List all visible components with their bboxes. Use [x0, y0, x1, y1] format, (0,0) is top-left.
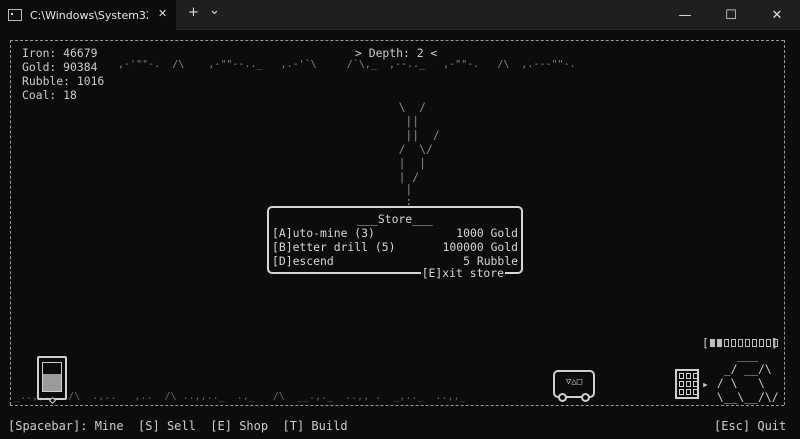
iron-count: Iron: 46679 — [22, 46, 98, 60]
building-icon[interactable] — [675, 369, 699, 399]
cmd-icon — [8, 9, 22, 21]
ground-art: _..,,.. /\ .,.. ,.. /\ ..,,.._ .,_ /\ __… — [14, 391, 466, 402]
terminal-area[interactable]: Iron: 46679 Gold: 90384 Rubble: 1016 Coa… — [0, 30, 800, 439]
new-tab-button[interactable]: + — [188, 5, 199, 20]
exit-store-button[interactable]: [E]xit store — [420, 266, 505, 280]
store-item-price: 1000 Gold — [456, 226, 518, 240]
tab-dropdown-icon[interactable]: ⌄ — [209, 3, 220, 18]
progress-segment — [759, 339, 764, 347]
store-item-label: [D]escend — [272, 254, 334, 268]
store-item-better-drill[interactable]: [B]etter drill (5) 100000 Gold — [272, 240, 518, 254]
arrow-icon: ▸ — [702, 377, 709, 391]
tab-close-icon[interactable]: ✕ — [158, 7, 167, 20]
tab-title: C:\Windows\System32\cmd.e — [30, 8, 148, 22]
store-item-label: [B]etter drill (5) — [272, 240, 396, 254]
frame-bottom-border — [10, 405, 784, 406]
cart-wheel-left — [558, 393, 567, 402]
quit-hint: [Esc] Quit — [714, 419, 787, 433]
gold-count: Gold: 90384 — [22, 60, 98, 74]
phone-icon[interactable] — [37, 356, 67, 405]
progress-segment — [738, 339, 743, 347]
terminal-tab[interactable]: C:\Windows\System32\cmd.e ✕ — [0, 0, 176, 30]
cart-wheel-right — [581, 393, 590, 402]
store-item-auto-mine[interactable]: [A]uto-mine (3) 1000 Gold — [272, 226, 518, 240]
store-item-price: 100000 Gold — [442, 240, 518, 254]
progress-segment — [745, 339, 750, 347]
controls-hint: [Spacebar]: Mine [S] Sell [E] Shop [T] B… — [8, 419, 348, 433]
mine-cart-icon[interactable]: ▽△□ — [553, 370, 595, 402]
store-title: ___Store___ — [357, 212, 433, 226]
title-bar: C:\Windows\System32\cmd.e ✕ + ⌄ — ☐ ✕ — [0, 0, 800, 30]
progress-segment — [717, 339, 722, 347]
phone-fill-level — [43, 373, 61, 391]
phone-screen — [42, 362, 62, 392]
rubble-count: Rubble: 1016 — [22, 74, 105, 88]
store-item-label: [A]uto-mine (3) — [272, 226, 375, 240]
coal-count: Coal: 18 — [22, 88, 77, 102]
progress-bracket-open: [ — [702, 336, 709, 350]
close-button[interactable]: ✕ — [754, 0, 800, 30]
cave-ridge-art: ,-'""-. /\ ,-""--.._ ,.-'`\ /`\,_ ,--.._… — [112, 59, 576, 70]
progress-segment — [773, 339, 778, 347]
frame-right-border — [784, 40, 785, 405]
progress-segment — [710, 339, 715, 347]
maximize-button[interactable]: ☐ — [708, 0, 754, 30]
progress-segment — [766, 339, 771, 347]
progress-bar — [710, 339, 778, 347]
progress-segment — [752, 339, 757, 347]
frame-left-border — [10, 40, 11, 405]
cart-shapes: ▽△□ — [565, 377, 583, 387]
frame-top-border — [10, 40, 784, 41]
store-panel: ___Store___ [A]uto-mine (3) 1000 Gold [B… — [267, 206, 523, 280]
minimize-button[interactable]: — — [662, 0, 708, 30]
progress-segment — [731, 339, 736, 347]
progress-segment — [724, 339, 729, 347]
